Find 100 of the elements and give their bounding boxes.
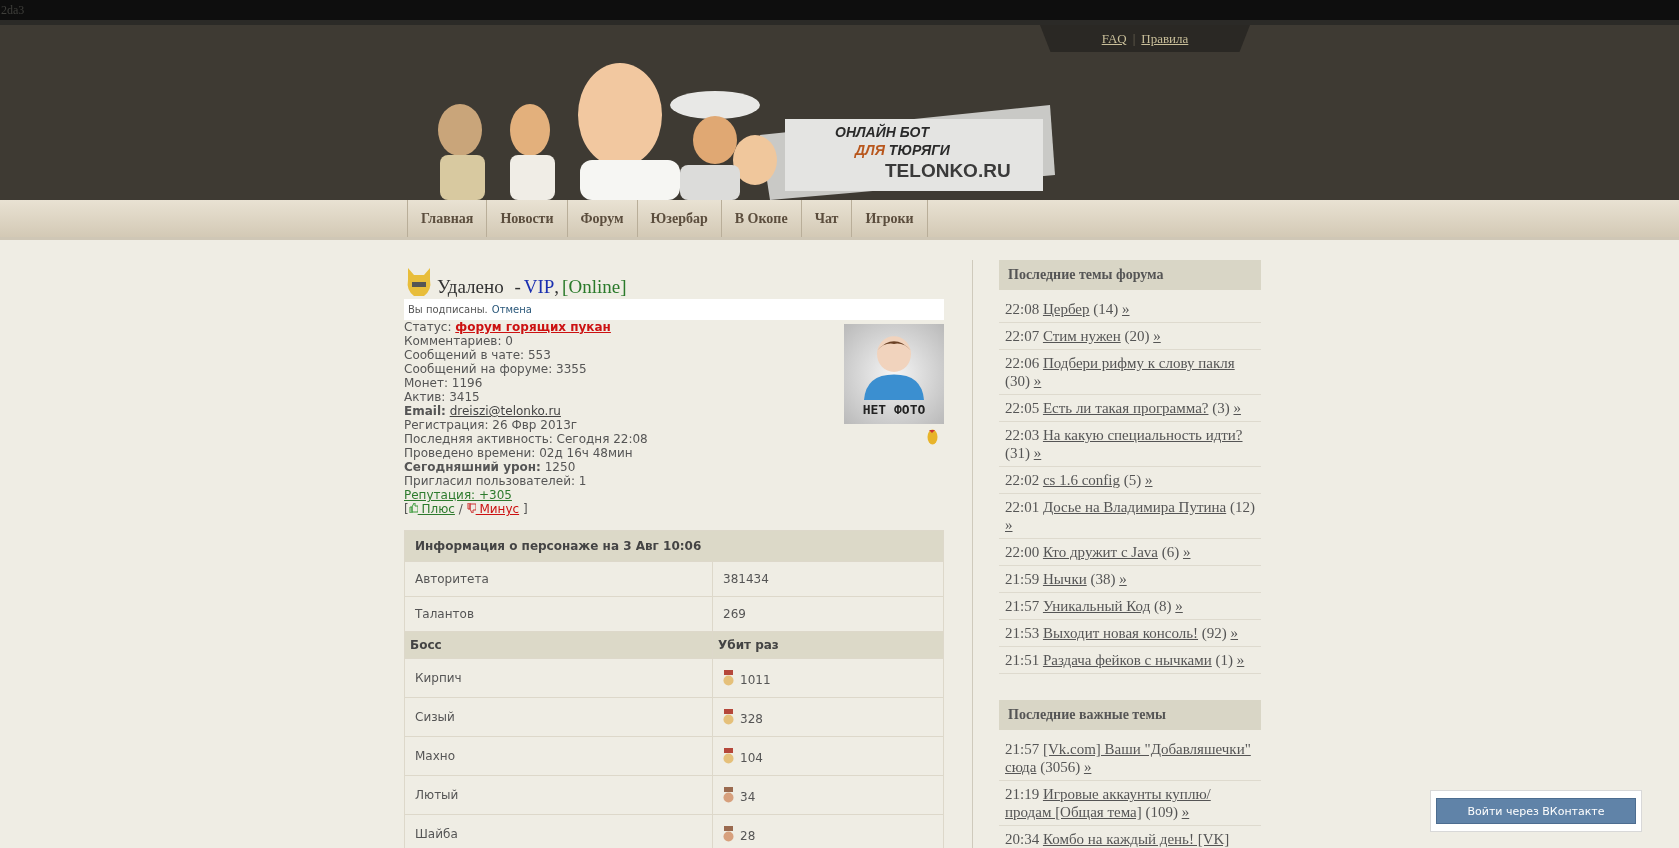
- more-link[interactable]: »: [1236, 652, 1245, 668]
- table-cell: Авторитета: [404, 561, 713, 597]
- status-link[interactable]: форум горящих пукан: [455, 320, 611, 334]
- bracket-text: [: [404, 502, 409, 516]
- profile-field: Монет: 1196: [404, 376, 483, 390]
- rank-text: VIP: [523, 276, 555, 298]
- medal-icon: [723, 787, 734, 803]
- topic-item: 22:02 cs 1.6 config (5) »: [999, 467, 1261, 494]
- topic-link[interactable]: Досье на Владимира Путина: [1042, 499, 1227, 515]
- nav-tab[interactable]: Чат: [800, 200, 852, 237]
- nav-tab[interactable]: Форум: [566, 200, 637, 237]
- topic-link[interactable]: Игровые аккаунты куплю/: [1042, 786, 1211, 802]
- profile-field: Регистрация: 26 Фвр 2013г: [404, 418, 578, 432]
- more-link[interactable]: »: [1005, 517, 1013, 533]
- topic-item: 22:05 Есть ли такая программа? (3) »: [999, 395, 1261, 422]
- slash-text: /: [458, 502, 463, 516]
- nav-tab[interactable]: В Окопе: [720, 200, 801, 237]
- user-name: Удалено: [437, 276, 504, 298]
- topic-link[interactable]: На какую специальность идти?: [1042, 427, 1243, 443]
- topic-item: 22:03 На какую специальность идти? (31) »: [999, 422, 1261, 467]
- medal-icon: [723, 748, 734, 764]
- more-link[interactable]: »: [1145, 472, 1153, 488]
- topic-item: 21:19 Игровые аккаунты куплю/ продам [Общая тема] (109) »: [999, 781, 1261, 826]
- topic-item: 21:57 Уникальный Код (8) »: [999, 593, 1261, 620]
- nav-tab[interactable]: Новости: [486, 200, 567, 237]
- table-cell: 269: [712, 596, 944, 632]
- more-link[interactable]: »: [1083, 759, 1092, 775]
- topic-link[interactable]: cs 1.6 config: [1042, 472, 1120, 488]
- table-cell: Шайба: [404, 814, 713, 848]
- nav-tab[interactable]: Юзербар: [636, 200, 721, 237]
- topic-link[interactable]: продам [Общая тема]: [1005, 804, 1142, 820]
- email-link[interactable]: dreiszi@telonko.ru: [449, 404, 561, 418]
- more-link[interactable]: »: [1182, 544, 1191, 560]
- topic-item: 22:00 Кто дружит с Java (6) »: [999, 539, 1261, 566]
- topic-link[interactable]: Цербер: [1042, 301, 1090, 317]
- topic-item: 20:34 Комбо на каждый день! [VK]: [999, 826, 1261, 848]
- topic-link[interactable]: Кто дружит с Java: [1042, 544, 1158, 560]
- more-link[interactable]: »: [1153, 328, 1161, 344]
- topic-item: 22:01 Досье на Владимира Путина (12) »: [999, 494, 1261, 539]
- section-header: Последние темы форума: [999, 260, 1261, 290]
- table-cell: 328: [740, 712, 763, 726]
- topic-link[interactable]: Выходит новая консоль!: [1042, 625, 1199, 641]
- profile-field: Сегодняшний урон: 1250: [404, 460, 576, 474]
- more-link[interactable]: »: [1033, 445, 1042, 461]
- more-link[interactable]: »: [1233, 400, 1241, 416]
- topic-item: 21:57 [Vk.com] Ваши "Добавляшечки" сюда (3056) »: [999, 736, 1261, 781]
- table-cell: Кирпич: [404, 658, 713, 698]
- vk-login-button[interactable]: Войти через ВКонтакте: [1436, 798, 1636, 824]
- profile-field: Комментариев: 0: [404, 334, 513, 348]
- topic-item: 22:06 Подбери рифму к слову пакля (30) »: [999, 350, 1261, 395]
- table-cell: Махно: [404, 736, 713, 776]
- topic-link[interactable]: [Vk.com] Ваши "Добавляшечки": [1042, 741, 1251, 757]
- table-cell: Талантов: [404, 596, 713, 632]
- profile-field: Актив: 3415: [404, 390, 480, 404]
- faq-link[interactable]: FAQ: [1101, 30, 1127, 47]
- profile-field: Последняя активность: Сегодня 22:08: [404, 432, 648, 446]
- more-link[interactable]: »: [1230, 625, 1239, 641]
- topic-link[interactable]: Подбери рифму к слову пакля: [1042, 355, 1235, 371]
- topic-item: 21:53 Выходит новая консоль! (92) »: [999, 620, 1261, 647]
- no-photo-caption: НЕТ ФОТО: [861, 402, 927, 417]
- comma-text: ,: [554, 276, 560, 298]
- topic-link[interactable]: сюда: [1005, 759, 1037, 775]
- more-link[interactable]: »: [1122, 301, 1130, 317]
- rules-link[interactable]: Правила: [1141, 30, 1189, 47]
- section-header: Последние важные темы: [999, 700, 1261, 730]
- topic-link[interactable]: Уникальный Код: [1042, 598, 1151, 614]
- more-link[interactable]: »: [1181, 804, 1190, 820]
- topic-link[interactable]: Нычки: [1042, 571, 1087, 587]
- profile-field: Сообщений в чате: 553: [404, 348, 551, 362]
- table-cell: 34: [740, 790, 756, 804]
- bracket-text: ]: [522, 502, 528, 516]
- topic-link[interactable]: Комбо на каждый день! [VK]: [1042, 831, 1230, 847]
- topic-item: 22:07 Стим нужен (20) »: [999, 323, 1261, 350]
- table-cell: 28: [740, 829, 756, 843]
- more-link[interactable]: »: [1119, 571, 1127, 587]
- more-link[interactable]: »: [1033, 373, 1042, 389]
- plus-link[interactable]: Плюс: [408, 502, 455, 516]
- reputation-link[interactable]: Репутация: +305: [404, 488, 512, 502]
- separator-text: -: [514, 276, 521, 298]
- profile-field: Email: dreiszi@telonko.ru: [404, 404, 561, 418]
- table-cell: Лютый: [404, 775, 713, 815]
- topic-link[interactable]: Стим нужен: [1042, 328, 1121, 344]
- online-status: [Online]: [562, 276, 627, 298]
- topic-item: 21:51 Раздача фейков с нычками (1) »: [999, 647, 1261, 674]
- minus-link[interactable]: Минус: [466, 502, 520, 516]
- topic-link[interactable]: Есть ли такая программа?: [1042, 400, 1209, 416]
- topic-item: 22:08 Цербер (14) »: [999, 296, 1261, 323]
- separator-text: |: [1132, 30, 1136, 47]
- table-cell: 104: [740, 751, 763, 765]
- more-link[interactable]: »: [1175, 598, 1183, 614]
- nav-tab[interactable]: Главная: [407, 200, 487, 237]
- medal-icon: [723, 709, 734, 725]
- topic-link[interactable]: Раздача фейков с нычками: [1042, 652, 1212, 668]
- medal-icon: [723, 826, 734, 842]
- profile-field: Статус: форум горящих пукан: [404, 320, 611, 334]
- nav-tab[interactable]: Игроки: [851, 200, 928, 237]
- medal-icon: [723, 670, 734, 686]
- thumb-down-icon: [466, 503, 476, 513]
- table-title: Информация о персонаже на 3 Авг 10:06: [404, 530, 944, 562]
- cancel-link[interactable]: Отмена: [491, 304, 532, 315]
